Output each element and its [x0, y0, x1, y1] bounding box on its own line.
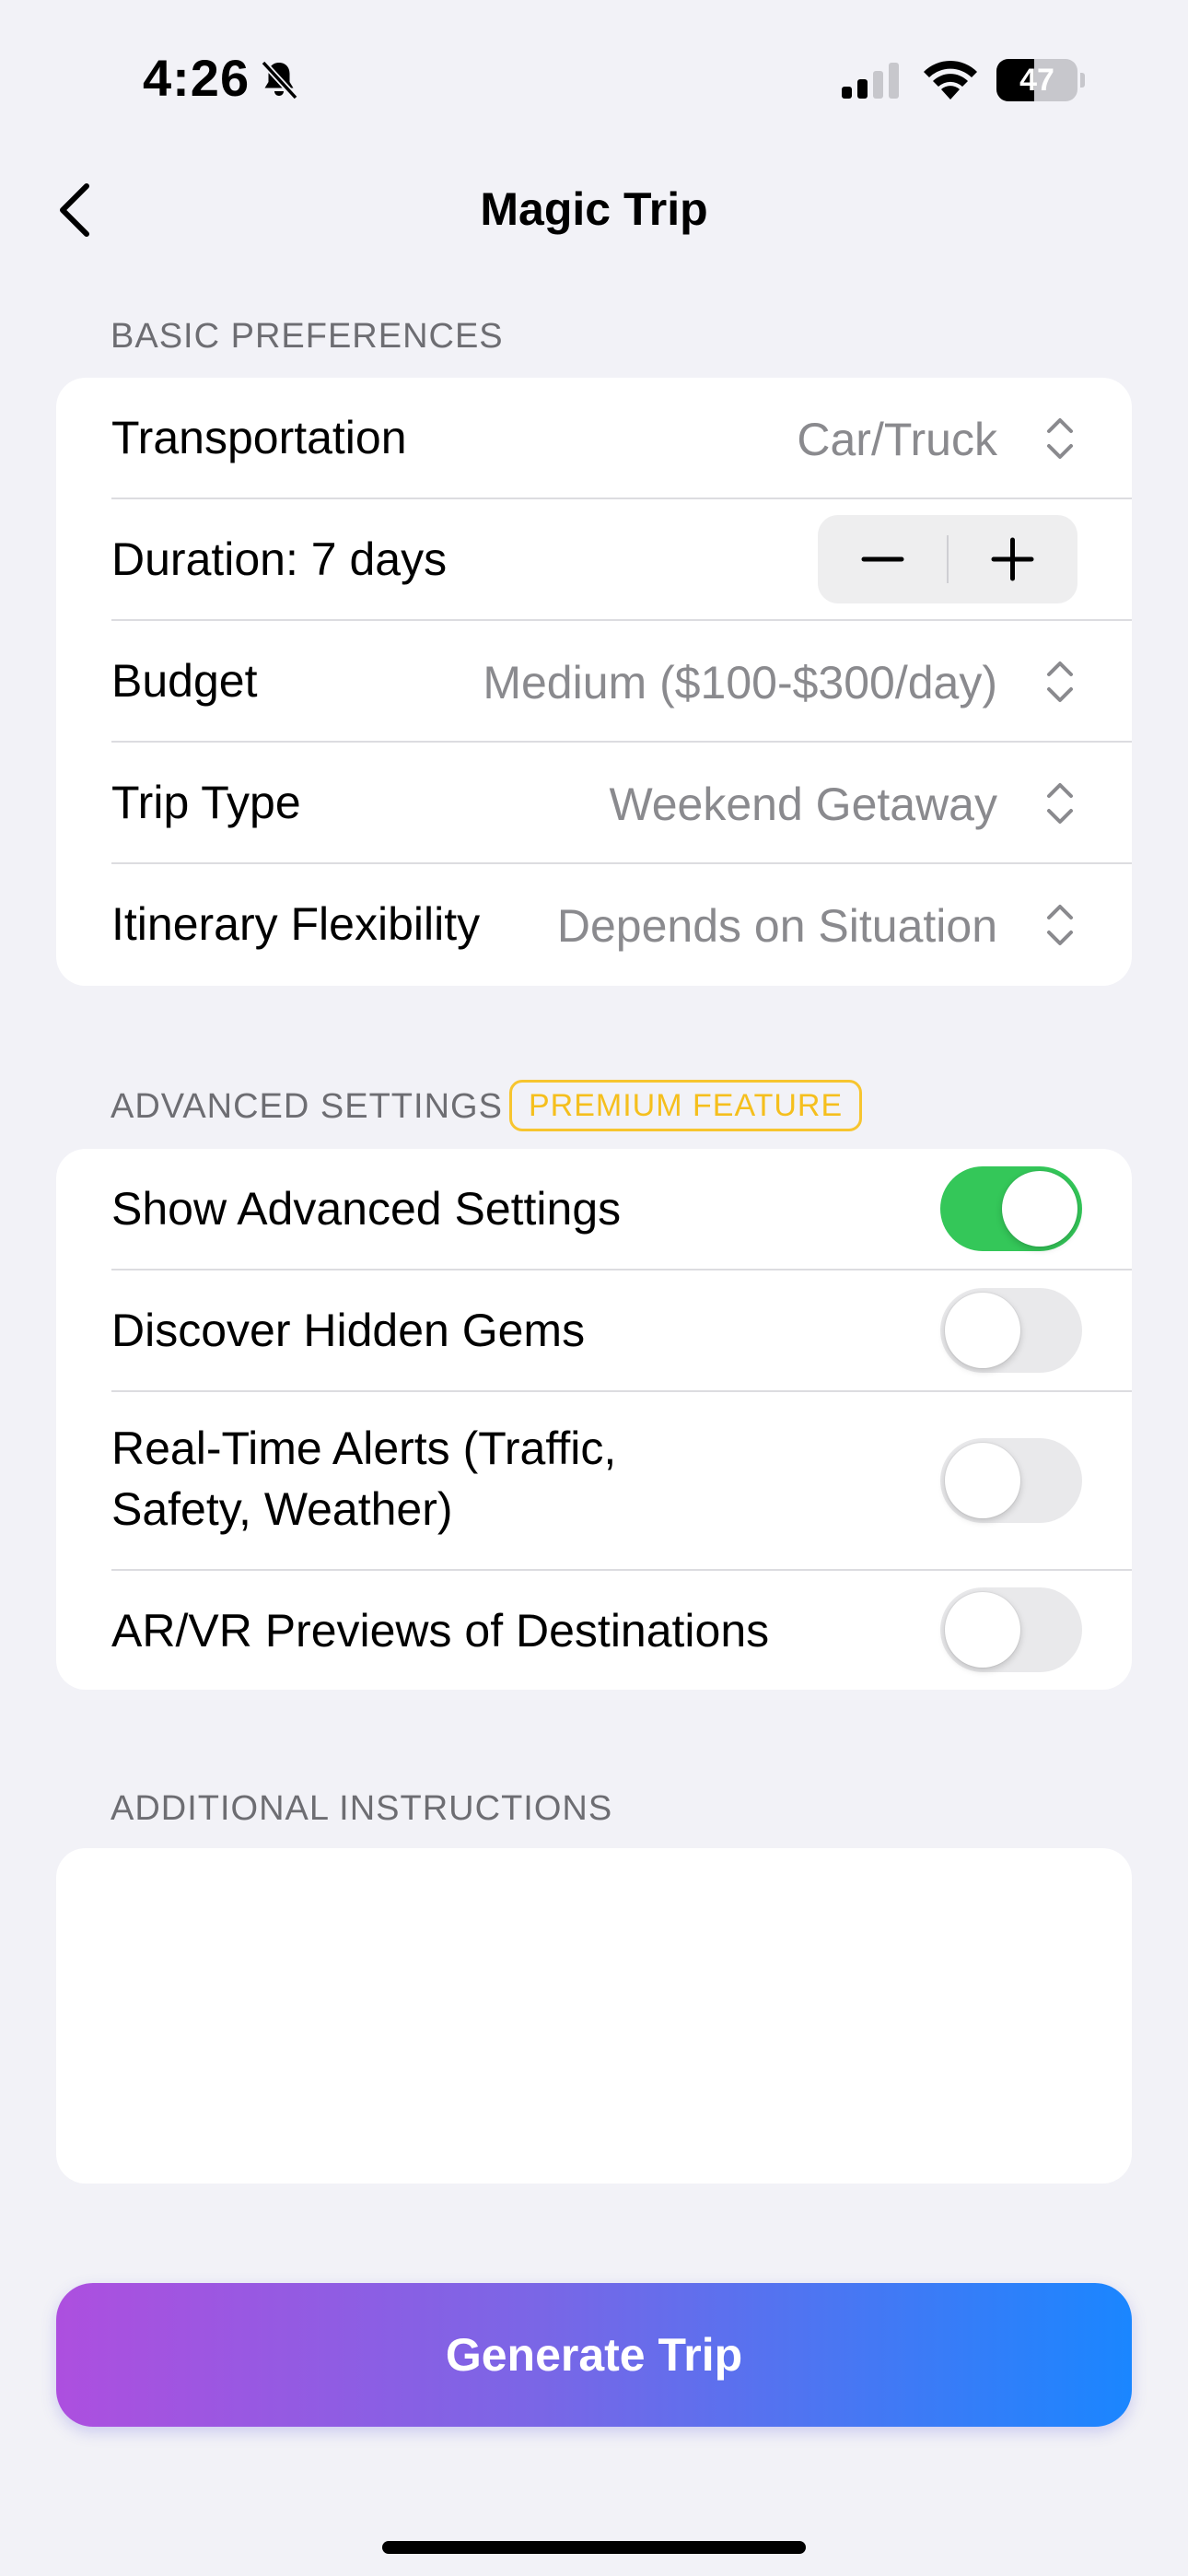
toggle-row: Real-Time Alerts (Traffic, Safety, Weath… — [56, 1392, 1132, 1569]
transportation-value[interactable]: Car/Truck — [797, 413, 997, 466]
duration-row: Duration: 7 days — [56, 499, 1132, 619]
advanced-settings-header: ADVANCED SETTINGS — [111, 1087, 503, 1126]
show-advanced-settings-toggle[interactable] — [940, 1166, 1082, 1251]
toggle-row: Discover Hidden Gems — [56, 1270, 1132, 1390]
wifi-icon — [924, 60, 977, 100]
chevron-up-down-icon — [1047, 662, 1073, 702]
premium-feature-badge: PREMIUM FEATURE — [509, 1080, 863, 1131]
generate-trip-button[interactable]: Generate Trip — [56, 2283, 1132, 2427]
chevron-up-down-icon — [1047, 418, 1073, 459]
basic-preferences-card: Transportation Car/Truck Duration: 7 day… — [56, 378, 1132, 986]
increment-button[interactable] — [948, 515, 1077, 603]
advanced-settings-card: Show Advanced Settings Discover Hidden G… — [56, 1149, 1132, 1690]
real-time-alerts-label: Real-Time Alerts (Traffic, Safety, Weath… — [111, 1418, 616, 1540]
discover-hidden-gems-label: Discover Hidden Gems — [111, 1305, 586, 1356]
decrement-button[interactable] — [818, 515, 948, 603]
magic-trip-screen: 4:26 47 Magic Trip BASIC PREFERENCES Tra… — [0, 0, 1188, 2576]
status-time: 4:26 — [143, 49, 250, 107]
page-title: Magic Trip — [480, 183, 708, 235]
duration-label: Duration: 7 days — [111, 533, 448, 585]
toggle-row: AR/VR Previews of Destinations — [56, 1571, 1132, 1690]
budget-row[interactable]: Budget Medium ($100-$300/day) — [56, 621, 1132, 741]
additional-instructions-header: ADDITIONAL INSTRUCTIONS — [111, 1789, 613, 1828]
battery-icon: 47 — [996, 59, 1085, 101]
battery-level: 47 — [1019, 63, 1054, 98]
cellular-signal-icon — [842, 63, 899, 99]
real-time-alerts-label-line1: Real-Time Alerts (Traffic, — [111, 1423, 617, 1474]
toggle-row: Show Advanced Settings — [56, 1149, 1132, 1269]
budget-label: Budget — [111, 655, 258, 707]
real-time-alerts-toggle[interactable] — [940, 1438, 1082, 1523]
budget-value[interactable]: Medium ($100-$300/day) — [483, 656, 997, 709]
ar-vr-previews-label: AR/VR Previews of Destinations — [111, 1605, 770, 1657]
bell-slash-icon — [261, 60, 298, 100]
flexibility-row[interactable]: Itinerary Flexibility Depends on Situati… — [56, 864, 1132, 986]
chevron-up-down-icon — [1047, 783, 1073, 824]
trip-type-row[interactable]: Trip Type Weekend Getaway — [56, 743, 1132, 862]
transportation-label: Transportation — [111, 412, 407, 463]
duration-stepper — [818, 515, 1077, 603]
flexibility-value[interactable]: Depends on Situation — [557, 899, 997, 953]
show-advanced-settings-label: Show Advanced Settings — [111, 1183, 622, 1235]
home-indicator — [382, 2541, 806, 2554]
chevron-up-down-icon — [1047, 905, 1073, 945]
ar-vr-previews-toggle[interactable] — [940, 1587, 1082, 1672]
real-time-alerts-label-line2: Safety, Weather) — [111, 1483, 453, 1535]
flexibility-label: Itinerary Flexibility — [111, 898, 481, 950]
trip-type-value[interactable]: Weekend Getaway — [609, 778, 997, 831]
trip-type-label: Trip Type — [111, 777, 301, 828]
transportation-row[interactable]: Transportation Car/Truck — [56, 378, 1132, 498]
basic-preferences-header: BASIC PREFERENCES — [111, 317, 504, 356]
additional-instructions-input[interactable] — [56, 1848, 1132, 2184]
discover-hidden-gems-toggle[interactable] — [940, 1288, 1082, 1373]
